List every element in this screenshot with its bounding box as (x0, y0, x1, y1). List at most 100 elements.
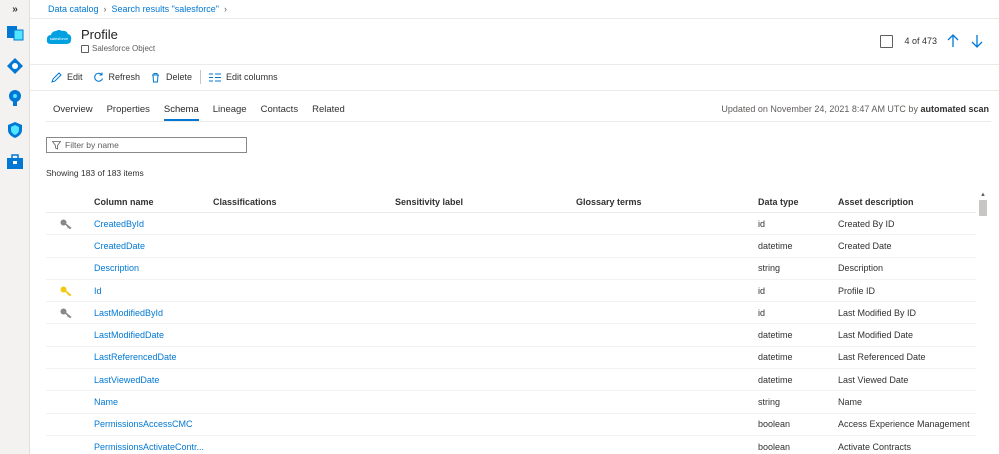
result-pager: 4 of 473 (880, 33, 985, 49)
left-nav-rail: » (0, 0, 30, 454)
pager-count: 4 of 473 (904, 36, 937, 46)
table-row[interactable]: Name string Name (46, 391, 976, 414)
divider (30, 64, 999, 65)
scrollbar-thumb[interactable] (979, 200, 987, 216)
tab-lineage[interactable]: Lineage (206, 101, 254, 121)
table-row[interactable]: PermissionsActivateContr... boolean Activa… (46, 436, 976, 454)
column-header-sensitivity-label[interactable]: Sensitivity label (395, 197, 576, 207)
breadcrumb: Data catalog › Search results "salesforc… (48, 3, 232, 15)
asset-description-cell: Created By ID (838, 218, 895, 229)
column-header-asset-description[interactable]: Asset description (838, 197, 976, 207)
data-type-cell: datetime (758, 240, 793, 251)
column-header-glossary-terms[interactable]: Glossary terms (576, 197, 758, 207)
page-title: Profile (81, 27, 118, 42)
column-name-link[interactable]: PermissionsAccessCMC (94, 419, 213, 429)
table-row[interactable]: LastReferencedDate datetime Last Reference… (46, 347, 976, 370)
column-name-link[interactable]: LastViewedDate (94, 375, 213, 385)
table-row[interactable]: Id id Profile ID (46, 280, 976, 303)
tab-schema[interactable]: Schema (157, 101, 206, 121)
column-name-link[interactable]: PermissionsActivateContr... (94, 442, 213, 452)
data-type-cell: string (758, 263, 781, 274)
table-row[interactable]: LastModifiedById id Last Modified By ID (46, 302, 976, 325)
column-header-data-type[interactable]: Data type (758, 197, 838, 207)
breadcrumb-search-results[interactable]: Search results "salesforce" (112, 4, 219, 14)
table-row[interactable]: Description string Description (46, 258, 976, 280)
trash-icon (152, 72, 160, 82)
insights-icon[interactable] (6, 89, 24, 107)
foreign-key-icon (46, 219, 94, 229)
column-name-link[interactable]: LastReferencedDate (94, 352, 213, 362)
data-type-cell: datetime (758, 330, 793, 341)
column-name-link[interactable]: CreatedById (94, 219, 213, 229)
divider (30, 18, 999, 19)
data-map-icon[interactable] (6, 57, 24, 75)
asset-description-cell: Last Referenced Date (838, 352, 926, 363)
asset-description-cell: Last Viewed Date (838, 374, 909, 385)
column-name-link[interactable]: Name (94, 397, 213, 407)
last-updated-text: Updated on November 24, 2021 8:47 AM UTC… (721, 104, 989, 114)
edit-columns-label: Edit columns (226, 72, 278, 82)
tab-contacts[interactable]: Contacts (254, 101, 306, 121)
asset-type-label: Salesforce Object (92, 44, 156, 53)
divider (46, 121, 991, 122)
asset-description-cell: Profile ID (838, 285, 876, 296)
data-type-cell: boolean (758, 441, 791, 452)
table-row[interactable]: PermissionsAccessCMC boolean Access Experi… (46, 414, 976, 436)
tab-properties[interactable]: Properties (100, 101, 157, 121)
data-type-cell: id (758, 285, 766, 296)
foreign-key-icon (46, 308, 94, 318)
table-row[interactable]: LastModifiedDate datetime Last Modified Da… (46, 324, 976, 347)
data-type-cell: boolean (758, 419, 791, 430)
chevron-right-icon: › (103, 4, 107, 14)
updated-prefix: Updated on November 24, 2021 8:47 AM UTC… (721, 104, 918, 114)
select-checkbox[interactable] (880, 34, 894, 48)
column-name-link[interactable]: LastModifiedById (94, 308, 213, 318)
table-row[interactable]: LastViewedDate datetime Last Viewed Date (46, 369, 976, 392)
column-header-column-name[interactable]: Column name (94, 197, 213, 207)
filter-input[interactable] (65, 140, 235, 150)
edit-button[interactable]: Edit (46, 67, 88, 87)
item-count: Showing 183 of 183 items (46, 168, 144, 178)
column-name-link[interactable]: Id (94, 286, 213, 296)
refresh-button[interactable]: Refresh (88, 67, 146, 87)
table-header: Column name Classifications Sensitivity … (46, 191, 976, 213)
asset-description-cell: Last Modified Date (838, 330, 914, 341)
filter-icon (52, 140, 61, 150)
scroll-up-icon[interactable]: ▲ (980, 192, 986, 198)
table-row[interactable]: CreatedDate datetime Created Date (46, 235, 976, 258)
tab-related[interactable]: Related (305, 101, 352, 121)
columns-icon (209, 73, 222, 81)
delete-button[interactable]: Delete (145, 67, 197, 87)
asset-description-cell: Name (838, 397, 863, 408)
salesforce-logo-text: salesforce (50, 36, 69, 41)
edit-columns-button[interactable]: Edit columns (204, 67, 283, 87)
arrow-down-icon[interactable] (969, 33, 985, 49)
divider (30, 90, 999, 91)
management-briefcase-icon[interactable] (6, 153, 24, 171)
pencil-icon (51, 71, 62, 83)
updated-source: automated scan (920, 104, 989, 114)
breadcrumb-data-catalog[interactable]: Data catalog (48, 4, 99, 14)
asset-description-cell: Activate Contracts (838, 441, 912, 452)
table-scrollbar[interactable] (977, 191, 987, 454)
shield-icon[interactable] (6, 121, 24, 139)
schema-table: Column name Classifications Sensitivity … (46, 191, 976, 454)
refresh-icon (93, 72, 103, 82)
asset-description-cell: Description (838, 263, 884, 274)
column-name-link[interactable]: Description (94, 263, 213, 273)
column-header-classifications[interactable]: Classifications (213, 197, 395, 207)
tab-bar: Overview Properties Schema Lineage Conta… (46, 101, 352, 121)
refresh-label: Refresh (108, 72, 141, 82)
expand-nav-icon[interactable]: » (0, 0, 30, 18)
arrow-up-icon[interactable] (945, 33, 961, 49)
object-icon (81, 44, 89, 53)
data-catalog-icon[interactable] (6, 24, 24, 42)
data-type-cell: datetime (758, 374, 793, 385)
chevron-right-icon: › (223, 4, 227, 14)
tab-overview[interactable]: Overview (46, 101, 100, 121)
column-name-link[interactable]: LastModifiedDate (94, 330, 213, 340)
column-name-link[interactable]: CreatedDate (94, 241, 213, 251)
data-type-cell: id (758, 218, 766, 229)
data-type-cell: datetime (758, 352, 793, 363)
table-row[interactable]: CreatedById id Created By ID (46, 213, 976, 236)
